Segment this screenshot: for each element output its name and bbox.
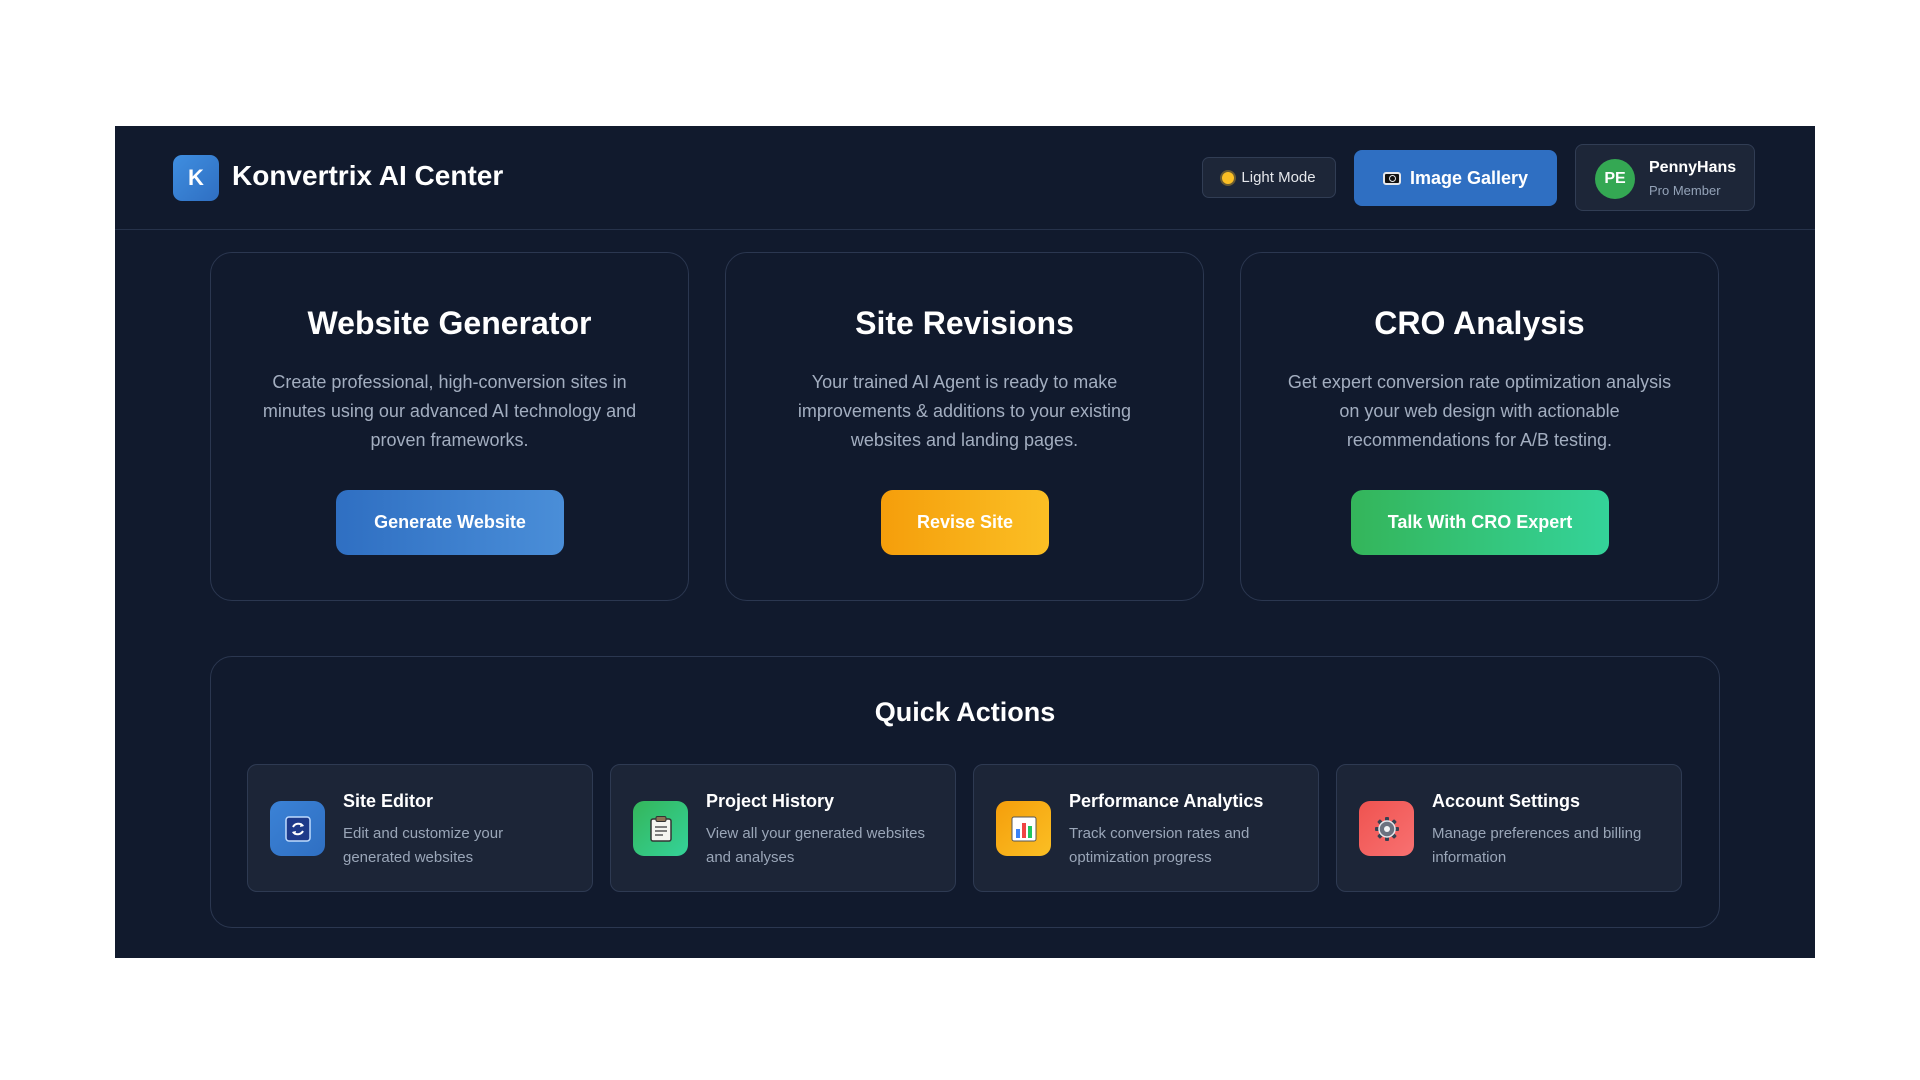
- header: K Konvertrix AI Center Light Mode Image …: [115, 126, 1815, 230]
- revise-site-button[interactable]: Revise Site: [881, 490, 1049, 555]
- gear-icon: [1359, 801, 1414, 856]
- logo-badge: K: [173, 155, 219, 201]
- cro-analysis-card: CRO Analysis Get expert conversion rate …: [1240, 252, 1719, 601]
- card-title: Website Generator: [307, 305, 592, 341]
- quick-action-description: Track conversion rates and optimization …: [1069, 825, 1250, 866]
- quick-actions-title: Quick Actions: [874, 697, 1056, 727]
- quick-action-project-history[interactable]: Project History View all your generated …: [610, 764, 956, 892]
- light-mode-toggle[interactable]: Light Mode: [1202, 157, 1336, 198]
- app-title: Konvertrix AI Center: [232, 160, 504, 191]
- image-gallery-label: Image Gallery: [1409, 167, 1529, 188]
- image-gallery-button[interactable]: Image Gallery: [1354, 150, 1557, 206]
- talk-with-cro-expert-button[interactable]: Talk With CRO Expert: [1351, 490, 1609, 555]
- quick-action-title: Account Settings: [1432, 791, 1581, 811]
- card-title: Site Revisions: [855, 305, 1074, 341]
- logo-letter: K: [188, 165, 204, 190]
- camera-icon: [1382, 171, 1401, 185]
- light-mode-label: Light Mode: [1241, 169, 1316, 186]
- quick-action-title: Site Editor: [343, 791, 434, 811]
- user-name: PennyHans: [1649, 159, 1737, 176]
- bar-chart-icon: [996, 801, 1051, 856]
- quick-action-description: View all your generated websites and ana…: [706, 825, 926, 866]
- user-role: Pro Member: [1649, 183, 1721, 198]
- app-window: K Konvertrix AI Center Light Mode Image …: [115, 126, 1815, 958]
- quick-action-title: Project History: [706, 791, 835, 811]
- avatar: PE: [1595, 159, 1635, 199]
- user-menu[interactable]: PE PennyHans Pro Member: [1575, 144, 1755, 211]
- refresh-icon: [270, 801, 325, 856]
- quick-actions-panel: Quick Actions Site Editor Edit and custo…: [210, 656, 1720, 928]
- quick-action-site-editor[interactable]: Site Editor Edit and customize your gene…: [247, 764, 593, 892]
- quick-action-description: Manage preferences and billing informati…: [1432, 825, 1642, 866]
- card-description: Create professional, high-conversion sit…: [262, 372, 637, 450]
- website-generator-card: Website Generator Create professional, h…: [210, 252, 689, 601]
- quick-action-title: Performance Analytics: [1069, 791, 1264, 811]
- quick-action-description: Edit and customize your generated websit…: [343, 825, 504, 866]
- site-revisions-card: Site Revisions Your trained AI Agent is …: [725, 252, 1204, 601]
- quick-action-account-settings[interactable]: Account Settings Manage preferences and …: [1336, 764, 1682, 892]
- card-title: CRO Analysis: [1374, 305, 1585, 341]
- card-description: Your trained AI Agent is ready to make i…: [797, 372, 1132, 450]
- clipboard-icon: [633, 801, 688, 856]
- sun-icon: [1222, 171, 1235, 184]
- quick-action-performance-analytics[interactable]: Performance Analytics Track conversion r…: [973, 764, 1319, 892]
- card-description: Get expert conversion rate optimization …: [1287, 372, 1672, 450]
- generate-website-button[interactable]: Generate Website: [336, 490, 564, 555]
